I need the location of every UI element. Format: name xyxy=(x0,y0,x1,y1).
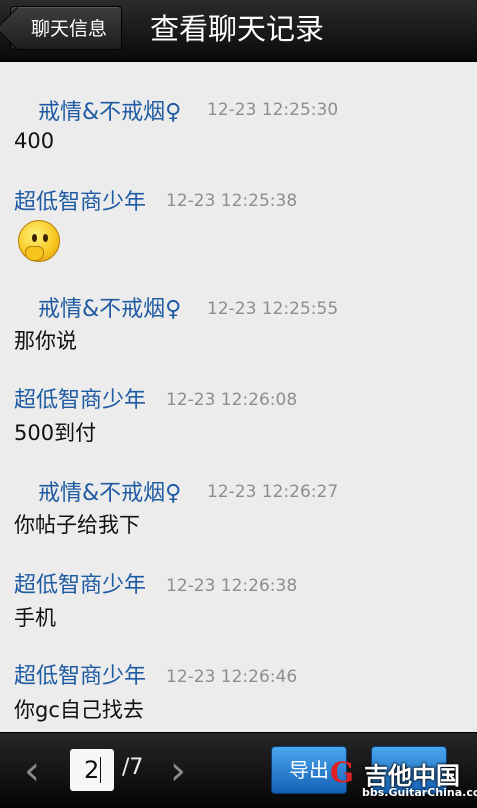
thinking-emoji-icon xyxy=(18,220,60,262)
site-watermark: G 吉他中国 bbs.GuitarChina.com xyxy=(330,756,477,804)
message-time: 12-23 12:26:27 xyxy=(207,482,339,502)
message-time: 12-23 12:26:46 xyxy=(166,667,298,687)
sender-name[interactable]: 超低智商少年 xyxy=(14,184,146,216)
page-number-value: 2 xyxy=(84,756,100,784)
sender-name[interactable]: 超低智商少年 xyxy=(14,382,146,414)
export-button-label: 导出 xyxy=(289,758,329,782)
message-time: 12-23 12:25:30 xyxy=(207,100,339,120)
message-time: 12-23 12:25:55 xyxy=(207,299,339,319)
top-nav-bar: 聊天信息 查看聊天记录 xyxy=(0,0,477,62)
back-button[interactable]: 聊天信息 xyxy=(10,6,122,50)
page-total-label: /7 xyxy=(122,755,144,780)
page-number-input[interactable]: 2 xyxy=(70,749,114,791)
message-time: 12-23 12:25:38 xyxy=(166,191,298,211)
message-text: 你帖子给我下 xyxy=(14,513,140,537)
chat-history-list[interactable]: 戒情&不戒烟♀ 12-23 12:25:30 400 超低智商少年 12-23 … xyxy=(0,62,477,732)
watermark-url: bbs.GuitarChina.com xyxy=(362,786,477,799)
sender-name[interactable]: 戒情&不戒烟♀ xyxy=(38,475,181,507)
message-text: 500到付 xyxy=(14,421,97,445)
message-text: 你gc自己找去 xyxy=(14,698,144,722)
sender-name[interactable]: 超低智商少年 xyxy=(14,658,146,690)
chevron-left-icon[interactable]: ‹ xyxy=(24,751,40,791)
message-text: 400 xyxy=(14,129,55,153)
back-button-label: 聊天信息 xyxy=(31,18,108,40)
message-time: 12-23 12:26:08 xyxy=(166,390,298,410)
chevron-right-icon[interactable]: › xyxy=(170,751,186,791)
message-text: 手机 xyxy=(14,606,56,630)
sender-name[interactable]: 超低智商少年 xyxy=(14,567,146,599)
guitarchina-logo: G xyxy=(330,756,354,789)
message-time: 12-23 12:26:38 xyxy=(166,576,298,596)
message-text: 那你说 xyxy=(14,329,77,353)
sender-name[interactable]: 戒情&不戒烟♀ xyxy=(38,291,181,323)
sender-name[interactable]: 戒情&不戒烟♀ xyxy=(38,94,181,126)
page-title: 查看聊天记录 xyxy=(150,12,325,46)
